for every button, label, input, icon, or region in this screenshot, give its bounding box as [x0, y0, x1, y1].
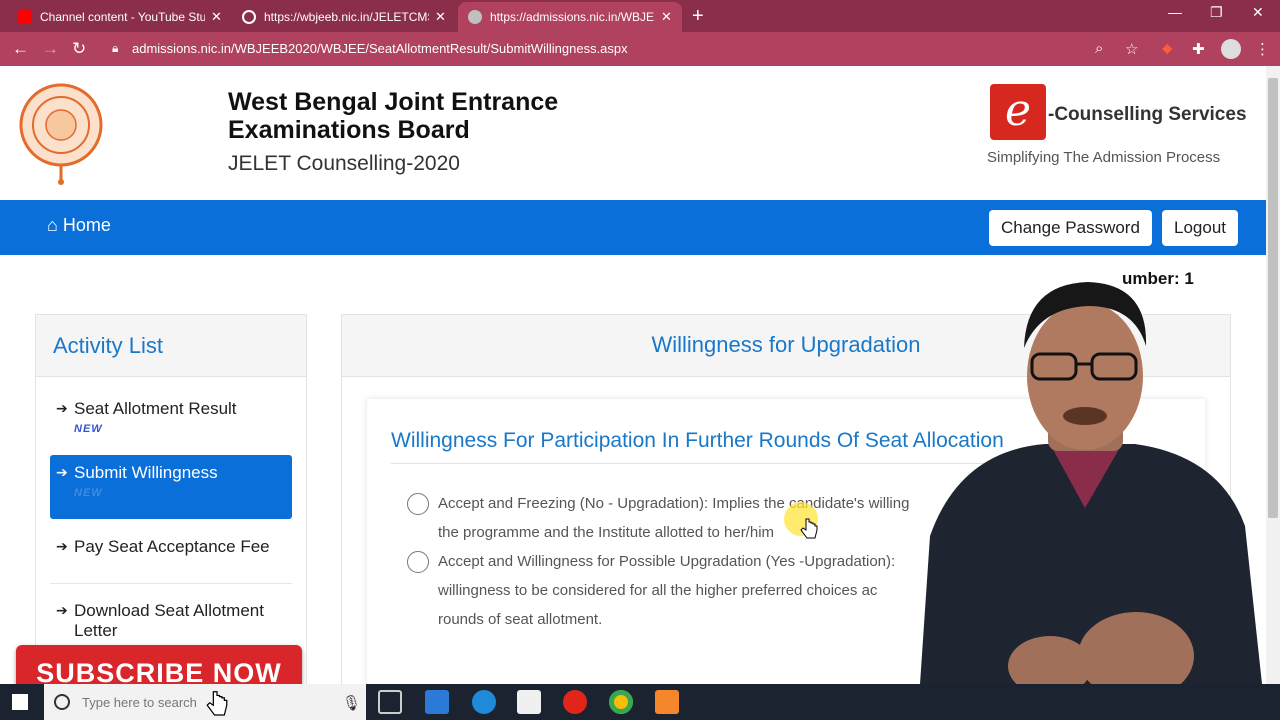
tab-title: https://wbjeeb.nic.in/JELETCMS/p — [264, 10, 429, 24]
e-counselling-title: -Counselling Services — [1048, 104, 1247, 125]
main-navbar: ⌂ Home Change Password Logout — [0, 200, 1266, 255]
recorder-app-icon[interactable] — [655, 690, 679, 714]
arrow-right-icon: ➔ — [56, 538, 68, 554]
profile-avatar-icon[interactable] — [1221, 39, 1241, 59]
chrome-icon[interactable] — [609, 690, 633, 714]
sidebar-item-download-allotment-letter[interactable]: ➔ Download Seat Allotment Letter — [50, 593, 292, 649]
taskbar-search-input[interactable]: Type here to search — [82, 695, 197, 710]
sidebar-item-label: Submit Willingness — [74, 463, 218, 482]
presenter-webcam-overlay — [920, 282, 1262, 684]
nav-home-label: Home — [62, 215, 111, 235]
youtube-icon — [18, 10, 32, 24]
tab-title: Channel content - YouTube Studio — [40, 10, 205, 24]
tab-youtube-studio[interactable]: Channel content - YouTube Studio ✕ — [8, 2, 232, 32]
extensions-puzzle-icon[interactable]: ✚ — [1192, 40, 1205, 58]
org-title-line1: West Bengal Joint Entrance — [228, 88, 559, 116]
org-title: West Bengal Joint Entrance Examinations … — [228, 88, 558, 144]
store-icon[interactable] — [517, 690, 541, 714]
logout-button[interactable]: Logout — [1162, 210, 1238, 246]
sidebar-item-label: Download Seat Allotment Letter — [74, 601, 264, 640]
page-subtitle: JELET Counselling-2020 — [228, 152, 460, 175]
maximize-icon[interactable]: ❐ — [1210, 4, 1223, 21]
mail-icon[interactable] — [425, 690, 449, 714]
windows-start-icon[interactable] — [12, 694, 28, 710]
back-icon[interactable]: ← — [12, 39, 29, 59]
close-icon[interactable]: ✕ — [211, 9, 222, 25]
forward-icon[interactable]: → — [42, 39, 59, 59]
hand-pointer-icon — [206, 691, 228, 716]
browser-tab-bar: Channel content - YouTube Studio ✕ https… — [0, 0, 1280, 32]
sidebar-item-label: Pay Seat Acceptance Fee — [74, 537, 270, 556]
arrow-right-icon: ➔ — [56, 602, 68, 618]
window-close-icon[interactable]: ✕ — [1252, 4, 1264, 21]
sidebar-item-submit-willingness[interactable]: ➔ Submit Willingness NEW — [50, 455, 292, 519]
sidebar-divider — [50, 583, 292, 584]
org-title-line2: Examinations Board — [228, 116, 470, 144]
minimize-icon[interactable]: — — [1168, 4, 1182, 20]
arrow-right-icon: ➔ — [56, 464, 68, 480]
radio-yes-upgradation[interactable] — [407, 551, 429, 573]
new-badge: NEW — [74, 487, 103, 499]
task-view-icon[interactable] — [378, 690, 402, 714]
close-icon[interactable]: ✕ — [435, 9, 446, 25]
microphone-icon[interactable]: 🎙︎ — [342, 694, 361, 712]
e-counselling-tagline: Simplifying The Admission Process — [987, 149, 1221, 166]
close-icon[interactable]: ✕ — [661, 9, 672, 25]
sidebar-title: Activity List — [36, 315, 306, 377]
arrow-right-icon: ➔ — [56, 400, 68, 416]
lock-icon: 🔒︎ — [112, 41, 119, 55]
tab-title: https://admissions.nic.in/WBJEEB — [490, 10, 655, 24]
e-counselling-logo: e — [990, 84, 1046, 140]
activity-sidebar: Activity List ➔ Seat Allotment Result NE… — [35, 314, 307, 684]
bookmark-star-icon[interactable]: ☆ — [1125, 40, 1138, 58]
sidebar-item-label: Seat Allotment Result — [74, 399, 237, 418]
new-badge: NEW — [74, 423, 103, 435]
new-tab-icon[interactable]: + — [692, 5, 704, 28]
radio-no-upgradation[interactable] — [407, 493, 429, 515]
globe-icon — [242, 10, 256, 24]
wbjeeb-seal-logo — [19, 83, 103, 185]
change-password-button[interactable]: Change Password — [989, 210, 1152, 246]
pdf-extension-icon[interactable]: ⬥ — [1162, 40, 1173, 57]
cortana-icon — [54, 694, 70, 710]
menu-kebab-icon[interactable]: ⋮ — [1255, 40, 1270, 58]
opera-icon[interactable] — [563, 690, 587, 714]
sidebar-item-seat-allotment-result[interactable]: ➔ Seat Allotment Result NEW — [50, 391, 292, 443]
reload-icon[interactable]: ↻ — [72, 39, 86, 59]
sidebar-item-pay-seat-acceptance-fee[interactable]: ➔ Pay Seat Acceptance Fee — [50, 529, 292, 565]
nav-home-link[interactable]: ⌂ Home — [47, 215, 111, 236]
zoom-icon[interactable]: ⌕ — [1095, 40, 1103, 57]
address-bar: ← → ↻ 🔒︎ admissions.nic.in/WBJEEB2020/WB… — [0, 32, 1280, 66]
url-field[interactable]: admissions.nic.in/WBJEEB2020/WBJEE/SeatA… — [132, 41, 628, 56]
tab-admissions[interactable]: https://admissions.nic.in/WBJEEB ✕ — [458, 2, 682, 32]
home-icon: ⌂ — [47, 215, 58, 235]
nic-icon — [468, 10, 482, 24]
tab-wbjeeb[interactable]: https://wbjeeb.nic.in/JELETCMS/p ✕ — [232, 2, 456, 32]
scrollbar-thumb[interactable] — [1268, 78, 1278, 518]
hand-pointer-icon — [800, 518, 818, 539]
edge-icon[interactable] — [472, 690, 496, 714]
